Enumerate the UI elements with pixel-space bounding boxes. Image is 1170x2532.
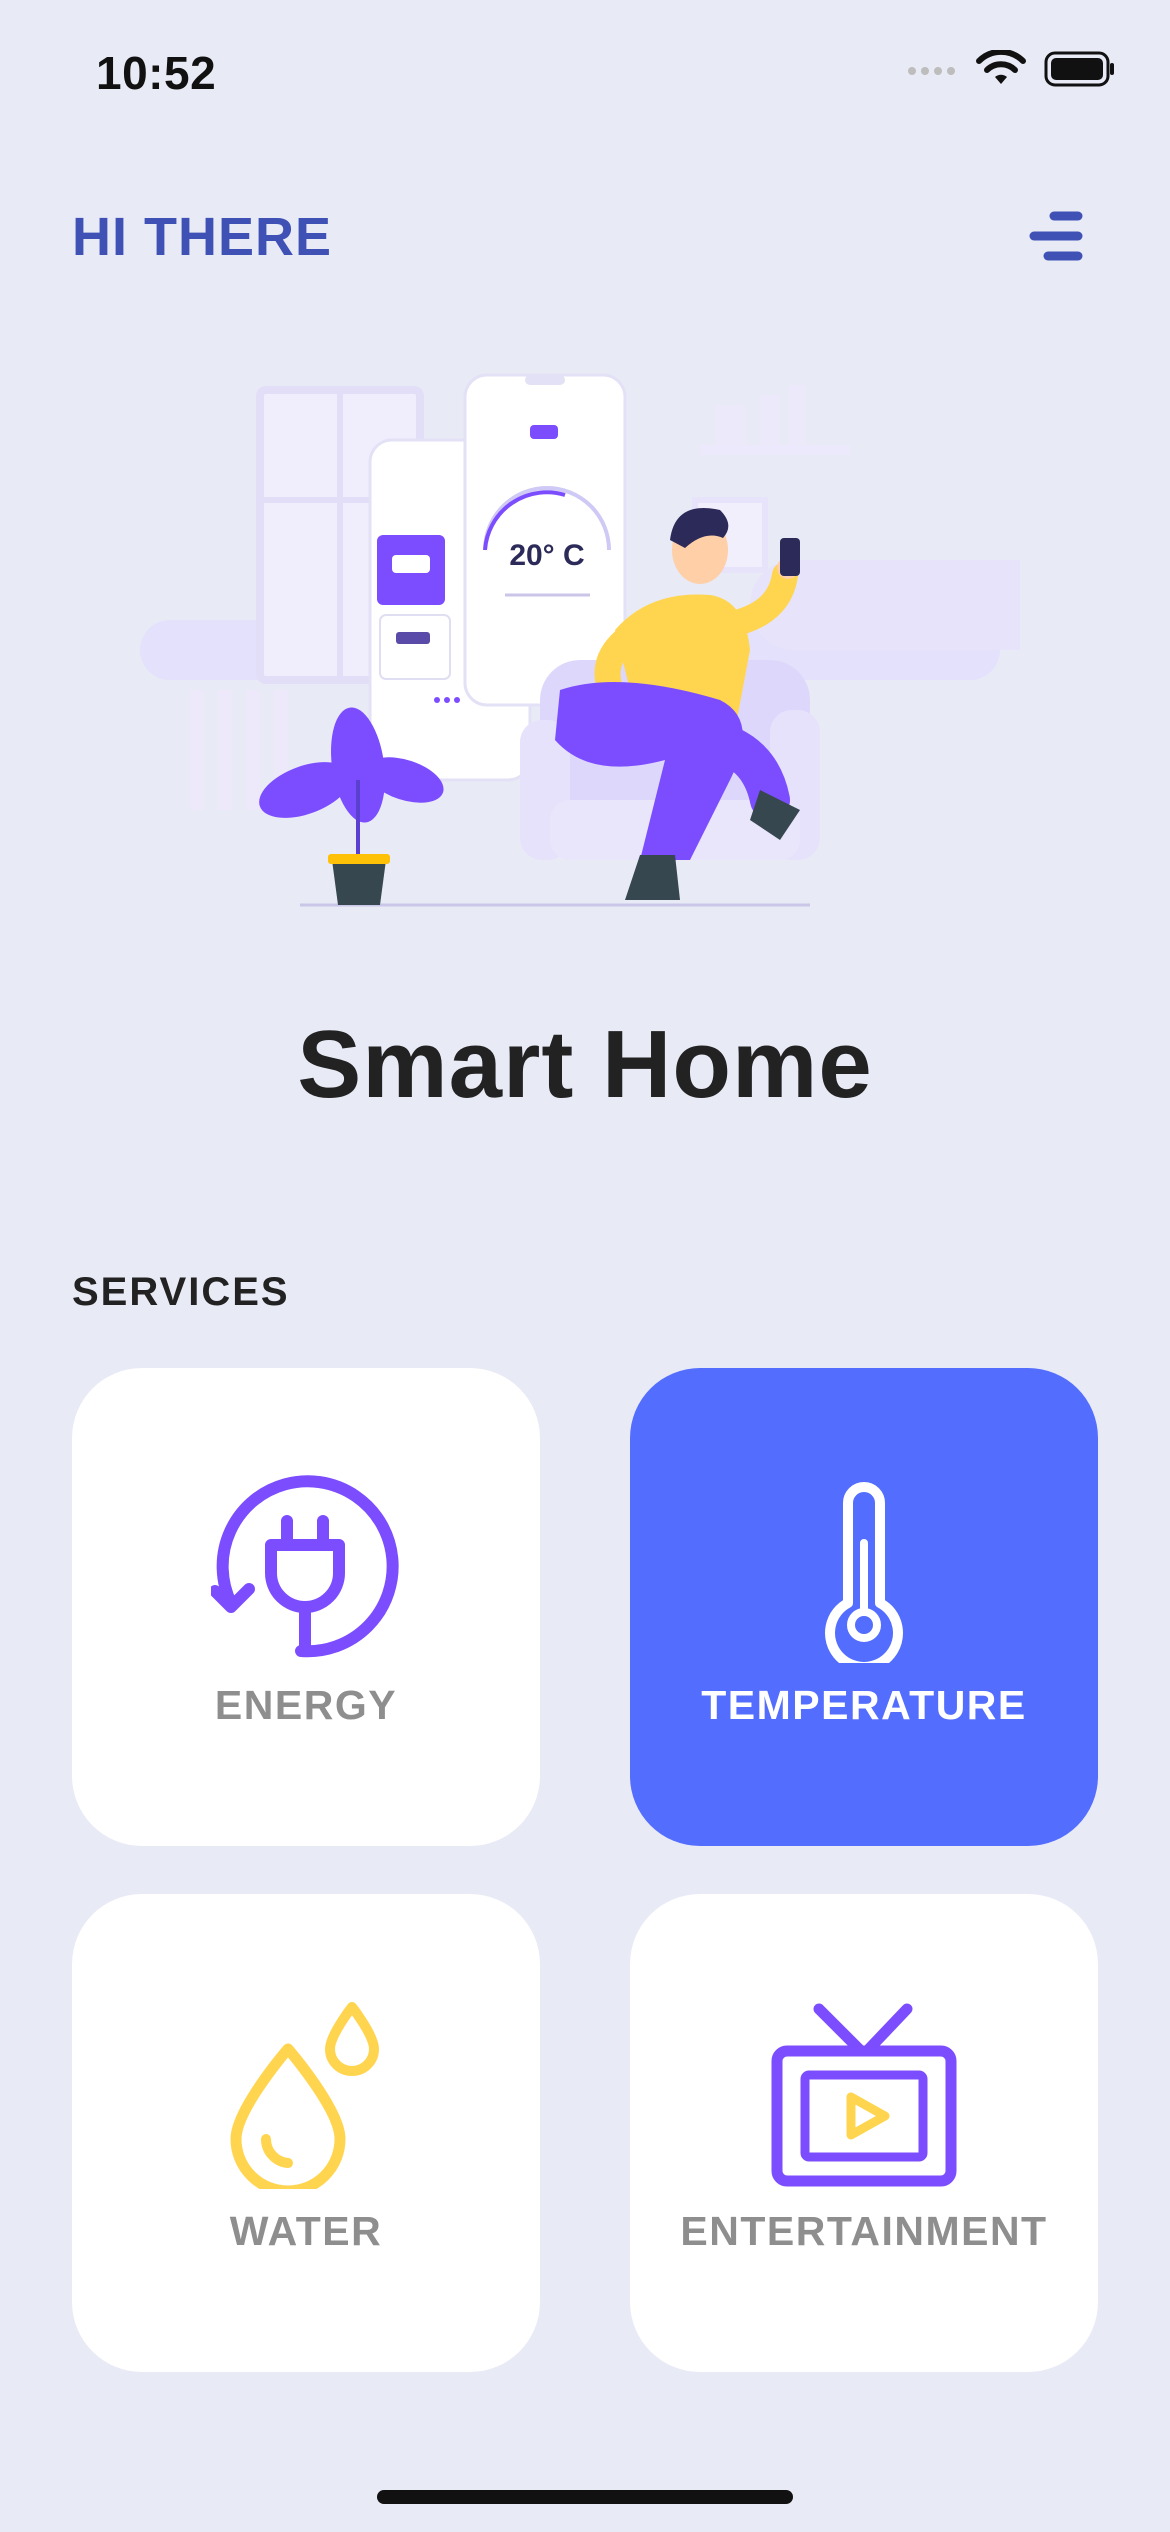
service-card-label: WATER bbox=[229, 2208, 383, 2254]
service-card-temperature[interactable]: TEMPERATURE bbox=[630, 1368, 1098, 1846]
wifi-icon bbox=[976, 48, 1026, 93]
service-card-entertainment[interactable]: ENTERTAINMENT bbox=[630, 1894, 1098, 2372]
services-heading: SERVICES bbox=[72, 1270, 290, 1314]
status-icons bbox=[906, 48, 1116, 93]
battery-icon bbox=[1044, 51, 1116, 92]
menu-button[interactable] bbox=[1026, 206, 1086, 266]
status-time: 10:52 bbox=[96, 47, 217, 99]
home-indicator[interactable] bbox=[377, 2490, 793, 2504]
illustration-temperature-reading: 20° C bbox=[509, 539, 584, 572]
plug-refresh-icon bbox=[206, 1468, 406, 1668]
water-drop-icon bbox=[206, 1994, 406, 2194]
service-card-label: TEMPERATURE bbox=[701, 1682, 1027, 1728]
service-card-energy[interactable]: ENERGY bbox=[72, 1368, 540, 1846]
signal-icon bbox=[906, 59, 958, 84]
page-title: Smart Home bbox=[297, 1011, 873, 1118]
tv-icon bbox=[764, 1994, 964, 2194]
status-bar: 10:52 bbox=[0, 0, 1170, 150]
greeting-title: HI THERE bbox=[72, 207, 333, 267]
thermometer-icon bbox=[764, 1468, 964, 1668]
service-card-water[interactable]: WATER bbox=[72, 1894, 540, 2372]
service-card-label: ENERGY bbox=[214, 1682, 398, 1728]
menu-icon bbox=[1029, 211, 1083, 261]
smart-home-illustration: 20° C bbox=[120, 360, 1110, 920]
service-card-label: ENTERTAINMENT bbox=[680, 2208, 1048, 2254]
